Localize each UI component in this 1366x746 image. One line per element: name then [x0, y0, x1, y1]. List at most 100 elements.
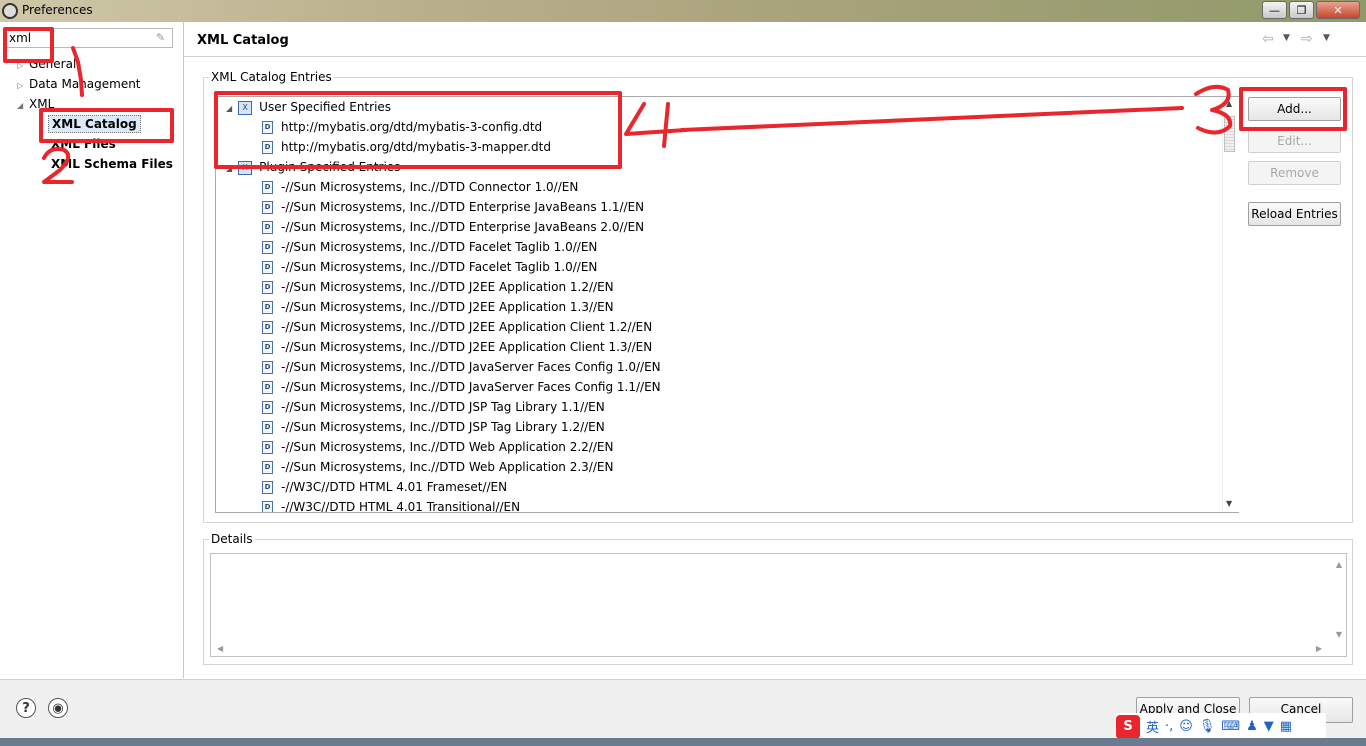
tree-row-user-entries[interactable]: ◢ X User Specified Entries	[226, 97, 391, 117]
dtd-file-icon: D	[262, 421, 273, 434]
dtd-file-icon: D	[262, 341, 273, 354]
tree-row-entry[interactable]: D -//Sun Microsystems, Inc.//DTD J2EE App…	[262, 317, 652, 337]
remove-button[interactable]: Remove	[1248, 161, 1341, 185]
clear-filter-icon[interactable]: ✎	[156, 31, 168, 45]
dtd-file-icon: D	[262, 241, 273, 254]
tree-item-label: Data Management	[29, 77, 141, 91]
scroll-left-arrow-icon[interactable]: ◀	[217, 644, 223, 653]
entry-label: -//Sun Microsystems, Inc.//DTD JavaServe…	[281, 380, 661, 394]
ime-punctuation-icon[interactable]: ·,	[1165, 719, 1173, 734]
entry-label: -//Sun Microsystems, Inc.//DTD Web Appli…	[281, 440, 614, 454]
reload-entries-button[interactable]: Reload Entries	[1248, 202, 1341, 226]
dtd-file-icon: D	[262, 281, 273, 294]
entry-label: -//Sun Microsystems, Inc.//DTD JavaServe…	[281, 360, 661, 374]
tree-item-data-management[interactable]: ▷ Data Management	[17, 77, 141, 91]
tree-row-entry[interactable]: Dhttp://mybatis.org/dtd/mybatis-3-mapper…	[262, 137, 551, 157]
tree-row-plugin-entries[interactable]: ◢ X Plugin Specified Entries	[226, 157, 400, 177]
tree-row-entry[interactable]: Dhttp://mybatis.org/dtd/mybatis-3-config…	[262, 117, 542, 137]
ime-language-toggle[interactable]: 英	[1146, 717, 1159, 736]
back-arrow-icon[interactable]: ⇦	[1262, 31, 1274, 47]
tree-row-entry[interactable]: D -//Sun Microsystems, Inc.//DTD Enterpri…	[262, 197, 644, 217]
tree-row-entry[interactable]: D -//Sun Microsystems, Inc.//DTD JavaServ…	[262, 357, 661, 377]
catalog-icon: X	[238, 100, 253, 115]
catalog-entries-tree[interactable]: ◢ X User Specified Entries Dhttp://mybatis…	[215, 96, 1239, 513]
ime-keyboard-icon[interactable]: ⌨	[1221, 719, 1240, 734]
tree-row-entry[interactable]: D -//Sun Microsystems, Inc.//DTD JSP Tag …	[262, 417, 605, 437]
tree-item-xml-files[interactable]: XML Files	[51, 137, 116, 151]
collapse-arrow-icon[interactable]: ◢	[17, 101, 29, 110]
details-group-label: Details	[209, 532, 255, 546]
filter-input[interactable]	[6, 29, 152, 47]
view-menu-chevron-icon[interactable]: ▼	[1323, 33, 1330, 43]
tree-item-label: General	[29, 57, 77, 71]
tree-row-entry[interactable]: D -//Sun Microsystems, Inc.//DTD J2EE App…	[262, 277, 614, 297]
ime-toolbox-icon[interactable]: ▦	[1280, 719, 1292, 734]
import-export-icon[interactable]: ◉	[48, 698, 68, 718]
tree-row-entry[interactable]: D -//Sun Microsystems, Inc.//DTD JSP Tag …	[262, 397, 605, 417]
entry-label: -//Sun Microsystems, Inc.//DTD J2EE Appl…	[281, 280, 614, 294]
scroll-down-arrow-icon[interactable]: ▼	[1226, 499, 1232, 508]
close-button[interactable]: ✕	[1316, 1, 1360, 19]
dtd-file-icon: D	[262, 181, 273, 194]
dtd-file-icon: D	[262, 221, 273, 234]
minimize-button[interactable]: —	[1262, 1, 1287, 19]
dtd-file-icon: D	[262, 441, 273, 454]
tree-row-entry[interactable]: D -//Sun Microsystems, Inc.//DTD Connecto…	[262, 177, 578, 197]
tree-row-entry[interactable]: D -//Sun Microsystems, Inc.//DTD J2EE App…	[262, 297, 614, 317]
entries-vertical-scrollbar[interactable]: ▲ ▼	[1222, 97, 1239, 512]
edit-button[interactable]: Edit...	[1248, 129, 1341, 153]
tree-row-entry[interactable]: D -//Sun Microsystems, Inc.//DTD Enterpri…	[262, 217, 644, 237]
tree-item-label: XML	[29, 97, 55, 111]
dtd-file-icon: D	[262, 461, 273, 474]
window-title: Preferences	[22, 3, 93, 17]
tree-row-entry[interactable]: D -//Sun Microsystems, Inc.//DTD JavaServ…	[262, 377, 661, 397]
tree-row-entry[interactable]: D -//Sun Microsystems, Inc.//DTD Web Appl…	[262, 437, 613, 457]
dtd-file-icon: D	[262, 261, 273, 274]
scroll-right-arrow-icon[interactable]: ▶	[1316, 644, 1322, 653]
header-divider	[184, 56, 1366, 57]
tree-row-entry[interactable]: D -//W3C//DTD HTML 4.01 Frameset//EN	[262, 477, 507, 497]
tree-row-entry[interactable]: D -//Sun Microsystems, Inc.//DTD Facelet …	[262, 237, 597, 257]
collapse-arrow-icon[interactable]: ◢	[226, 104, 232, 113]
back-menu-chevron-icon[interactable]: ▼	[1283, 33, 1290, 43]
entry-label: -//Sun Microsystems, Inc.//DTD J2EE Appl…	[281, 320, 653, 334]
entry-label: -//Sun Microsystems, Inc.//DTD Connector…	[281, 180, 579, 194]
tree-row-entry[interactable]: D -//Sun Microsystems, Inc.//DTD Web Appl…	[262, 457, 613, 477]
add-button[interactable]: Add...	[1248, 97, 1341, 121]
tree-row-entry[interactable]: D -//Sun Microsystems, Inc.//DTD J2EE App…	[262, 337, 652, 357]
dtd-file-icon: D	[262, 141, 273, 154]
tree-item-xml[interactable]: ◢ XML	[17, 97, 54, 111]
entry-label: -//Sun Microsystems, Inc.//DTD J2EE Appl…	[281, 300, 614, 314]
tree-item-general[interactable]: ▷ General	[17, 57, 76, 71]
tree-item-xml-schema-files[interactable]: XML Schema Files	[51, 157, 173, 171]
help-icon[interactable]: ?	[16, 698, 36, 718]
details-text-area[interactable]: ▲ ▼ ◀ ▶	[210, 553, 1347, 657]
tree-row-entry[interactable]: D -//W3C//DTD HTML 4.01 Transitional//EN	[262, 497, 520, 512]
scroll-up-arrow-icon[interactable]: ▲	[1226, 99, 1232, 108]
page-title: XML Catalog	[197, 33, 289, 48]
ime-emoji-icon[interactable]: ☺	[1179, 719, 1193, 734]
os-taskbar	[0, 738, 1366, 746]
tree-row-entry[interactable]: D -//Sun Microsystems, Inc.//DTD Facelet …	[262, 257, 597, 277]
preferences-gear-icon	[2, 3, 18, 19]
collapse-arrow-icon[interactable]: ◢	[226, 164, 232, 173]
entry-label: -//Sun Microsystems, Inc.//DTD JSP Tag L…	[281, 420, 605, 434]
scrollbar-thumb[interactable]	[1224, 116, 1235, 152]
tree-item-xml-catalog[interactable]: XML Catalog	[48, 115, 141, 133]
dtd-file-icon: D	[262, 501, 273, 512]
ime-voice-icon[interactable]: 🎙	[1199, 719, 1216, 734]
expand-arrow-icon[interactable]: ▷	[17, 61, 29, 70]
expand-arrow-icon[interactable]: ▷	[17, 81, 29, 90]
entry-label: User Specified Entries	[259, 100, 392, 114]
ime-skin-icon[interactable]: ▼	[1264, 719, 1274, 734]
maximize-button[interactable]: ❐	[1289, 1, 1314, 19]
title-bar: Preferences — ❐ ✕	[0, 0, 1366, 22]
forward-arrow-icon[interactable]: ⇨	[1301, 31, 1313, 47]
scroll-up-arrow-icon[interactable]: ▲	[1336, 560, 1342, 569]
scroll-down-arrow-icon[interactable]: ▼	[1336, 630, 1342, 639]
ime-user-icon[interactable]: ♟	[1246, 719, 1258, 734]
entry-label: Plugin Specified Entries	[259, 160, 401, 174]
ime-logo-icon[interactable]: S	[1116, 714, 1140, 739]
filter-field[interactable]: ✎	[5, 28, 173, 48]
entry-label: -//Sun Microsystems, Inc.//DTD Facelet T…	[281, 260, 598, 274]
